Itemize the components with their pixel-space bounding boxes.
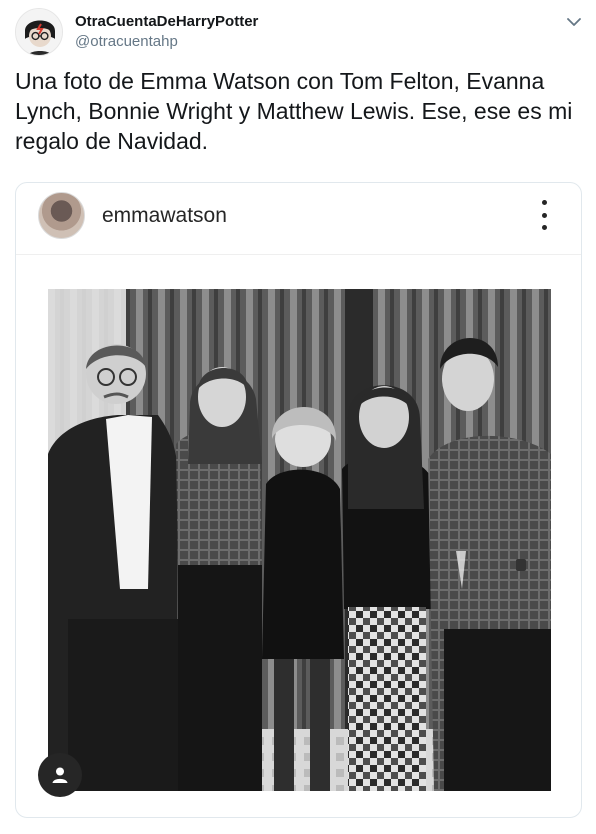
more-vertical-icon[interactable]	[534, 200, 554, 230]
instagram-embed-header: emmawatson	[16, 183, 581, 255]
author-handle[interactable]: @otracuentahp	[75, 33, 178, 50]
avatar-image	[16, 9, 62, 55]
instagram-username[interactable]: emmawatson	[102, 204, 227, 228]
instagram-embed[interactable]: emmawatson	[15, 182, 582, 818]
author-avatar[interactable]	[15, 8, 63, 56]
group-photo-image	[48, 289, 551, 791]
user-icon[interactable]	[38, 753, 82, 797]
tweet-text: Una foto de Emma Watson con Tom Felton, …	[15, 68, 573, 154]
tweet-card: OtraCuentaDeHarryPotter @otracuentahp Un…	[0, 0, 596, 834]
instagram-photo[interactable]	[48, 289, 551, 791]
instagram-avatar[interactable]	[38, 192, 85, 239]
author-display-name[interactable]: OtraCuentaDeHarryPotter	[75, 13, 258, 30]
chevron-down-icon[interactable]	[562, 10, 586, 34]
